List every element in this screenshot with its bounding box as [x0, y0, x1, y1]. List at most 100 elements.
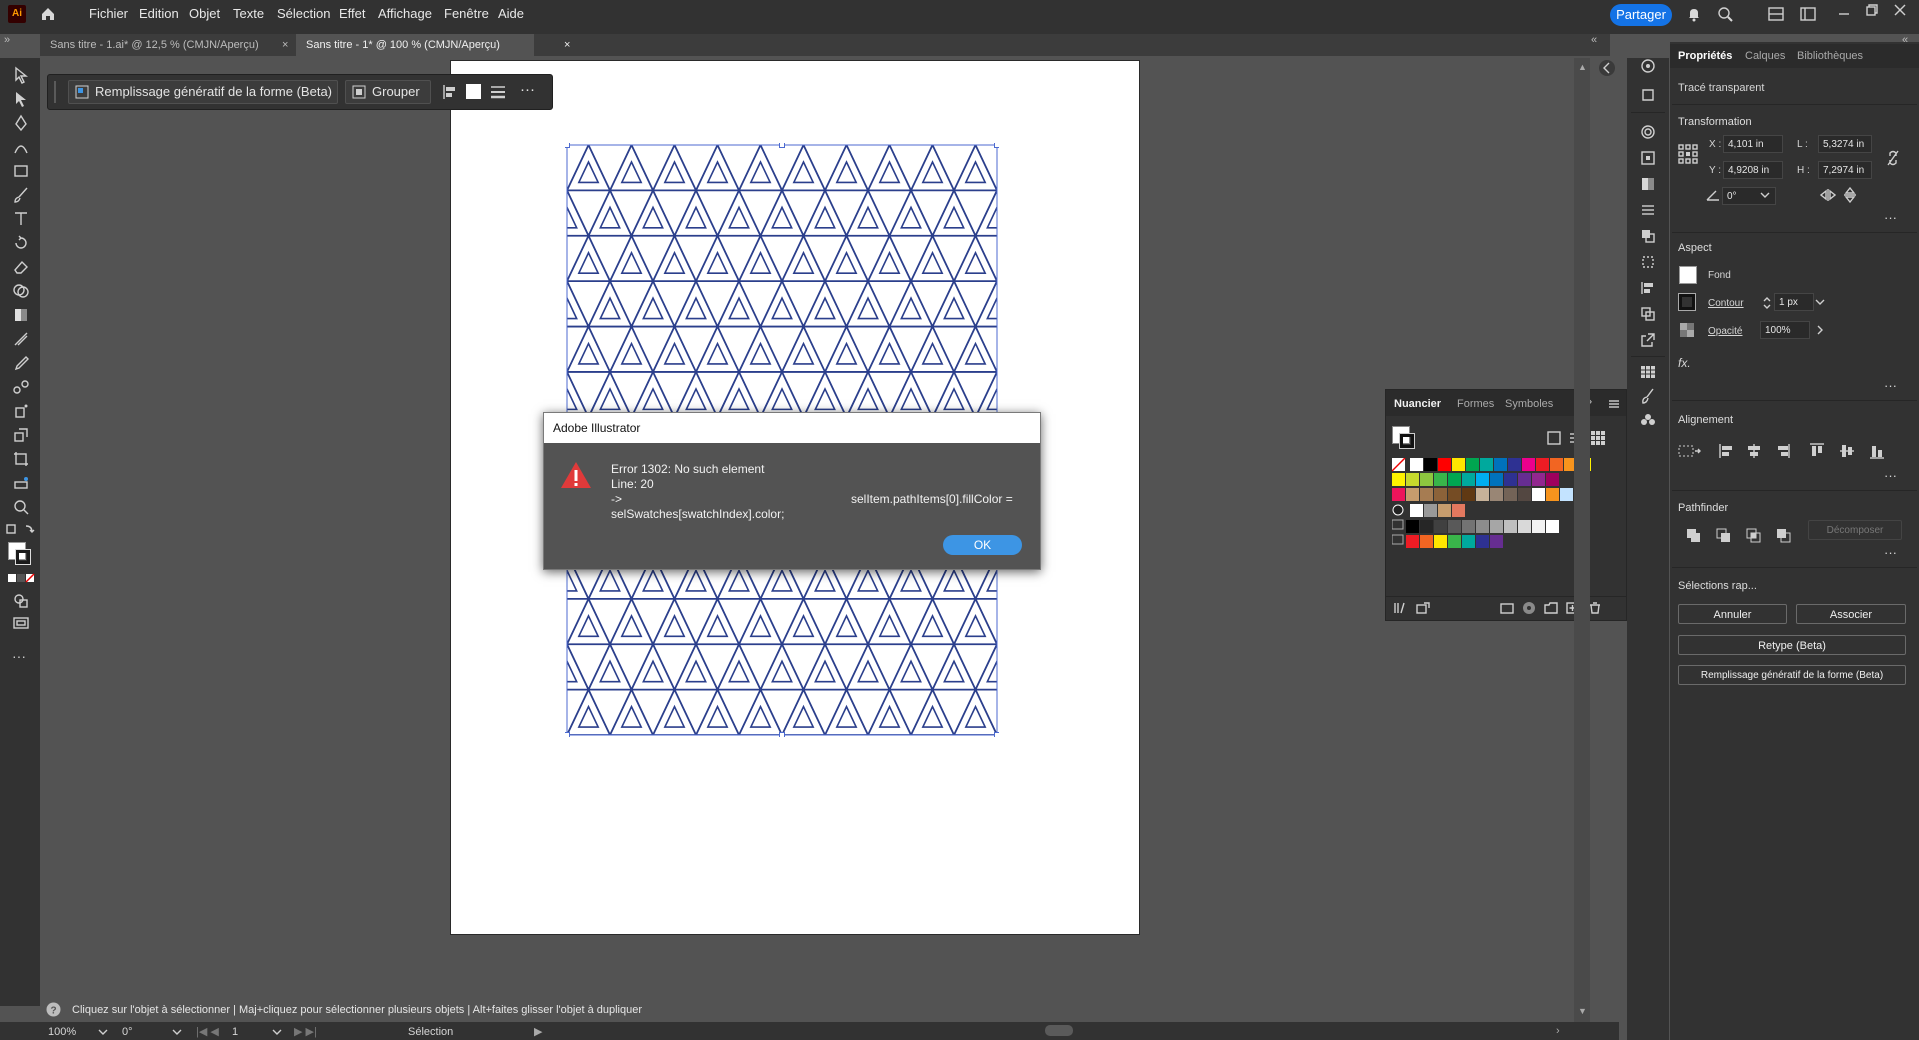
menu-edition[interactable]: Edition	[139, 6, 179, 21]
scroll-up-icon[interactable]: ▲	[1578, 62, 1587, 72]
next-artboard-icon[interactable]: ▶ ▶|	[294, 1025, 317, 1038]
color-panel-icon[interactable]	[1640, 124, 1656, 140]
generative-fill-button[interactable]: Remplissage génératif de la forme (Beta)	[68, 80, 338, 104]
zoom-tool-icon[interactable]	[12, 498, 30, 516]
color-swatch[interactable]	[1452, 458, 1465, 471]
stroke-width-field[interactable]: 1 px	[1774, 293, 1814, 311]
fill-color-swatch[interactable]	[1679, 266, 1697, 284]
color-swatch[interactable]	[1546, 488, 1559, 501]
color-swatch[interactable]	[1420, 535, 1433, 548]
home-icon[interactable]	[40, 6, 56, 22]
restore-icon[interactable]	[1866, 4, 1878, 16]
gradient-panel-icon[interactable]	[1640, 176, 1656, 192]
color-swatch[interactable]	[1532, 520, 1545, 533]
rotate-tool-icon[interactable]	[12, 234, 30, 252]
selection-handle[interactable]	[779, 143, 785, 148]
color-swatch[interactable]	[1522, 458, 1535, 471]
chevron-right-icon[interactable]	[1816, 325, 1824, 335]
screen-mode-icon[interactable]	[12, 614, 30, 632]
eyedropper-tool-icon[interactable]	[12, 354, 30, 372]
selection-handle[interactable]	[994, 143, 1000, 148]
color-swatch[interactable]	[1424, 458, 1437, 471]
swatch-folder-icon[interactable]	[1392, 534, 1404, 545]
tab-close-icon[interactable]: ×	[564, 34, 570, 56]
decompose-button[interactable]: Décomposer	[1808, 520, 1902, 540]
swatch-folder-icon[interactable]	[1392, 519, 1404, 530]
selection-handle[interactable]	[779, 732, 785, 738]
color-swatch[interactable]	[1448, 520, 1461, 533]
color-swatch[interactable]	[1518, 520, 1531, 533]
eraser-tool-icon[interactable]	[12, 258, 30, 276]
color-swatch[interactable]	[1406, 520, 1419, 533]
color-guide-icon[interactable]	[1640, 150, 1656, 166]
color-swatch[interactable]	[1434, 488, 1447, 501]
transparency-panel-icon[interactable]	[1640, 228, 1656, 244]
reference-point-icon[interactable]	[1678, 144, 1698, 164]
flip-horizontal-icon[interactable]	[1820, 188, 1836, 202]
curvature-tool-icon[interactable]	[12, 138, 30, 156]
selection-handle[interactable]	[994, 732, 1000, 738]
x-field[interactable]: 4,101 in	[1723, 135, 1783, 153]
direct-selection-tool-icon[interactable]	[12, 90, 30, 108]
color-swatch[interactable]	[1518, 488, 1531, 501]
tab-document-1[interactable]: Sans titre - 1.ai* @ 12,5 % (CMJN/Aperçu…	[40, 34, 302, 56]
color-swatch[interactable]	[1546, 473, 1559, 486]
delete-swatch-icon[interactable]	[1588, 602, 1602, 614]
tab-symboles[interactable]: Symboles	[1505, 398, 1553, 410]
menu-selection[interactable]: Sélection	[277, 6, 330, 21]
transform-more-icon[interactable]: ···	[1884, 210, 1897, 225]
swatch-stroke-indicator[interactable]	[1399, 433, 1415, 449]
transform-panel-icon[interactable]	[1640, 254, 1656, 270]
height-field[interactable]: 7,2974 in	[1818, 161, 1872, 179]
width-field[interactable]: 5,3274 in	[1818, 135, 1872, 153]
y-field[interactable]: 4,9208 in	[1723, 161, 1783, 179]
scale-tool-icon[interactable]	[12, 426, 30, 444]
color-swatch[interactable]	[1504, 520, 1517, 533]
color-group-icon[interactable]	[1522, 601, 1536, 615]
stroke-label[interactable]: Contour	[1708, 298, 1744, 309]
chevron-down-icon[interactable]	[1815, 298, 1825, 306]
collapse-panels-icon[interactable]: «	[1591, 34, 1619, 46]
close-window-icon[interactable]	[1894, 4, 1906, 16]
context-bar-grip[interactable]	[54, 81, 56, 103]
color-swatch[interactable]	[1504, 488, 1517, 501]
color-swatch[interactable]	[1490, 520, 1503, 533]
pattern-swatch[interactable]	[1392, 504, 1404, 516]
tab-close-icon[interactable]: ×	[282, 34, 288, 56]
color-swatch[interactable]	[1476, 520, 1489, 533]
workspace-icon[interactable]	[1800, 7, 1816, 21]
selection-tool-icon[interactable]	[12, 66, 30, 84]
align-panel-icon[interactable]	[1640, 280, 1656, 296]
tab-nuancier[interactable]: Nuancier	[1394, 398, 1441, 410]
horizontal-scroll-thumb[interactable]	[1045, 1025, 1073, 1036]
scroll-down-icon[interactable]: ▼	[1578, 1006, 1587, 1016]
pen-tool-icon[interactable]	[12, 114, 30, 132]
color-swatch[interactable]	[1476, 473, 1489, 486]
align-buttons[interactable]	[1678, 442, 1898, 460]
color-swatch[interactable]	[1448, 488, 1461, 501]
color-swatch[interactable]	[1406, 473, 1419, 486]
tab-proprietes[interactable]: Propriétés	[1678, 50, 1732, 62]
color-swatch[interactable]	[1410, 504, 1423, 517]
more-tools-icon[interactable]: ···	[12, 648, 26, 664]
color-swatch[interactable]	[1466, 458, 1479, 471]
show-swatch-options-icon[interactable]	[1500, 602, 1514, 614]
menu-effet[interactable]: Effet	[339, 6, 366, 21]
color-swatch[interactable]	[1434, 520, 1447, 533]
stroke-weight-icon[interactable]	[490, 84, 506, 100]
tab-formes[interactable]: Formes	[1457, 398, 1494, 410]
color-swatch[interactable]	[1392, 473, 1405, 486]
color-swatch[interactable]	[1508, 458, 1521, 471]
stroke-panel-icon[interactable]	[1640, 202, 1656, 218]
more-options-icon[interactable]: ···	[520, 81, 535, 98]
color-swatch[interactable]	[1550, 458, 1563, 471]
color-swatch[interactable]	[1420, 473, 1433, 486]
properties-panel-icon[interactable]	[1640, 58, 1656, 74]
color-swatch[interactable]	[1532, 473, 1545, 486]
swatches-panel-icon[interactable]	[1640, 364, 1656, 380]
color-swatch[interactable]	[1504, 473, 1517, 486]
stroke-swatch[interactable]	[15, 549, 31, 565]
import-swatches-icon[interactable]	[1416, 602, 1430, 614]
color-swatch[interactable]	[1462, 488, 1475, 501]
show-kinds-icon[interactable]	[1546, 430, 1562, 446]
